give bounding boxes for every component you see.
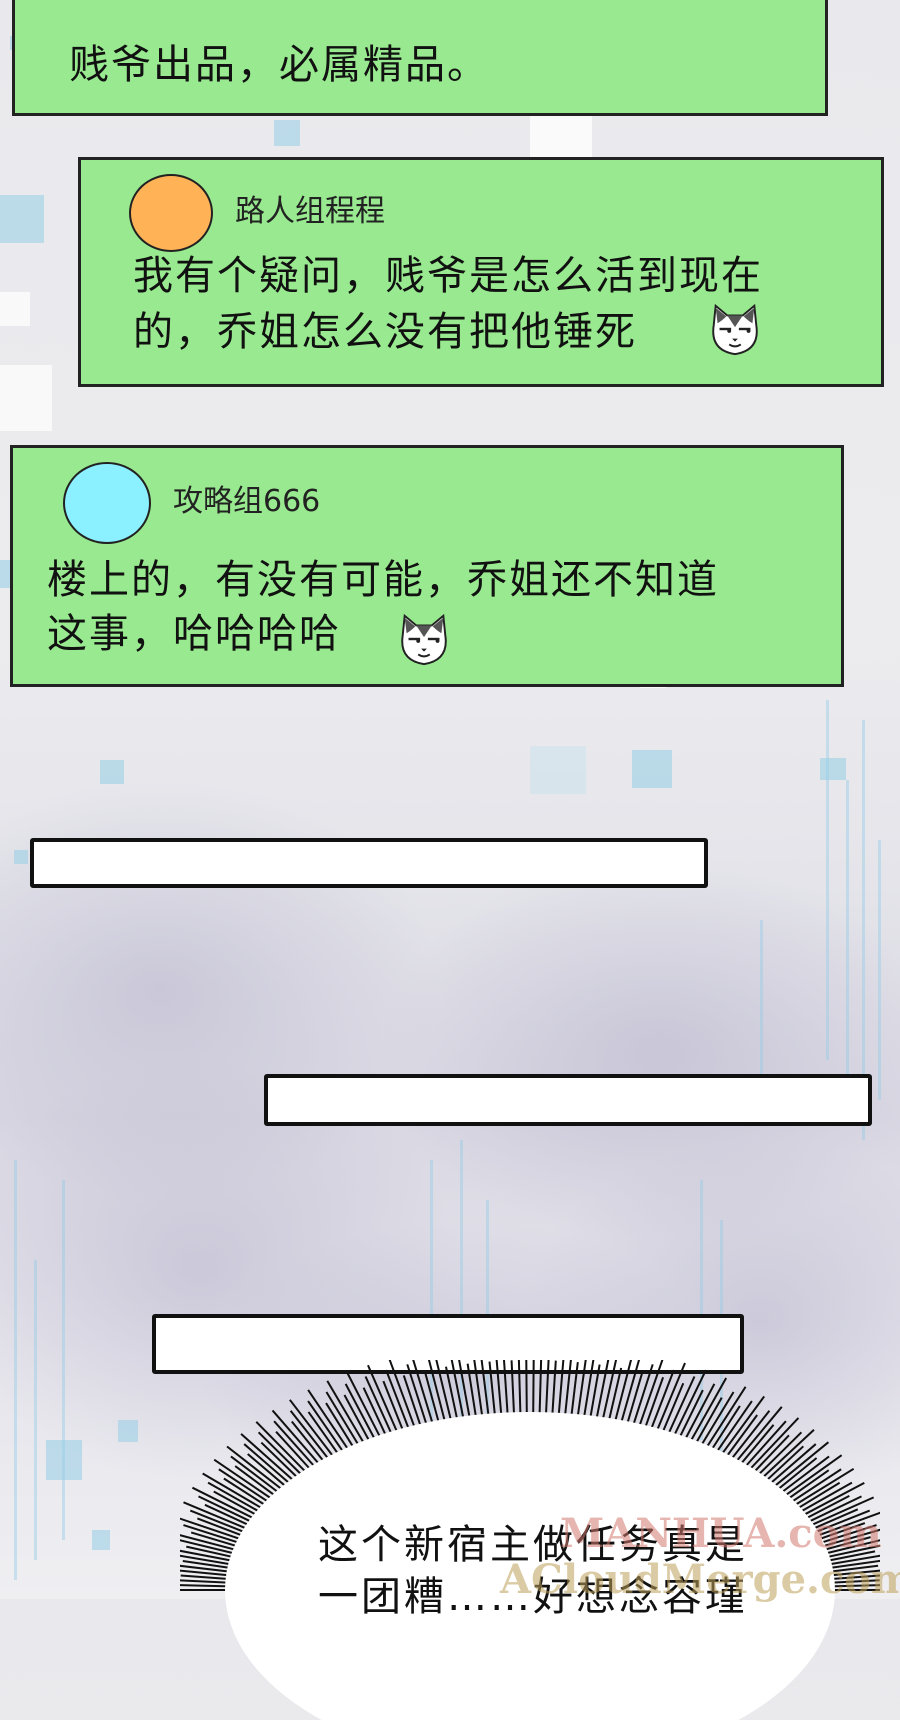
- light-streak: [62, 1180, 65, 1540]
- burst-ray: [525, 1360, 528, 1419]
- cat-smirk-icon: [401, 613, 447, 666]
- burst-ray: [682, 1383, 716, 1443]
- avatar: [63, 462, 151, 544]
- burst-ray: [502, 1360, 509, 1419]
- comment-text: 的，乔姐怎么没有把他锤死: [133, 309, 637, 355]
- comment-text: 楼上的，有没有可能，乔姐还不知道: [47, 557, 719, 603]
- pixel-square: [530, 746, 586, 794]
- burst-ray: [532, 1360, 535, 1419]
- burst-ray: [607, 1367, 623, 1425]
- burst-ray: [180, 1584, 231, 1588]
- burst-ray: [677, 1389, 704, 1441]
- username: 路人组程程: [235, 194, 385, 229]
- username: 攻略组666: [173, 484, 321, 519]
- pixel-square: [100, 760, 124, 784]
- burst-ray: [275, 1431, 314, 1473]
- comment-bubble: 贱爷出品，必属精品。: [12, 0, 828, 116]
- burst-ray: [423, 1370, 441, 1427]
- pixel-square: [118, 1420, 138, 1442]
- pixel-square: [632, 750, 672, 788]
- burst-ray: [517, 1360, 522, 1419]
- burst-ray: [544, 1360, 550, 1419]
- burst-ray: [737, 1424, 775, 1468]
- narration-text: 一团糟……好想念容瑾: [318, 1574, 748, 1620]
- pixel-square: [0, 365, 52, 431]
- burst-ray: [344, 1383, 378, 1443]
- burst-ray: [444, 1366, 459, 1424]
- light-streak: [878, 840, 881, 1100]
- light-streak: [846, 780, 849, 1080]
- burst-ray: [551, 1360, 557, 1419]
- burst-ray: [180, 1579, 231, 1584]
- avatar: [129, 174, 213, 252]
- light-streak: [14, 1160, 17, 1580]
- burst-ray: [450, 1360, 466, 1423]
- pixel-square: [92, 1530, 110, 1550]
- pixel-square: [14, 850, 28, 864]
- burst-ray: [794, 1481, 841, 1511]
- light-streak: [826, 700, 829, 1060]
- burst-ray: [180, 1574, 231, 1581]
- burst-ray: [538, 1360, 543, 1419]
- burst-ray: [343, 1394, 372, 1445]
- burst-ray: [388, 1360, 417, 1432]
- pixel-square: [0, 195, 44, 243]
- pixel-square: [0, 292, 30, 326]
- cat-smirk-icon: [712, 303, 758, 356]
- burst-ray: [557, 1360, 565, 1419]
- white-panel-bar: [264, 1074, 872, 1126]
- burst-ray: [829, 1584, 880, 1588]
- burst-ray: [510, 1360, 516, 1419]
- comment-text: 我有个疑问，贱爷是怎么活到现在: [133, 253, 763, 299]
- burst-ray: [569, 1362, 579, 1420]
- burst-ray: [385, 1369, 412, 1433]
- comment-text: 贱爷出品，必属精品。: [69, 42, 489, 88]
- narration-text: 这个新宿主做任务真是: [318, 1522, 748, 1568]
- light-streak: [34, 1260, 37, 1560]
- comment-text: 这事，哈哈哈哈: [47, 611, 341, 657]
- burst-ray: [495, 1360, 503, 1419]
- burst-ray: [751, 1434, 790, 1475]
- pixel-square: [274, 120, 300, 146]
- burst-ray: [367, 1364, 400, 1436]
- burst-ray: [829, 1579, 880, 1584]
- comment-bubble: 攻略组666 楼上的，有没有可能，乔姐还不知道 这事，哈哈哈哈: [10, 445, 844, 687]
- burst-ray: [488, 1361, 497, 1420]
- white-panel-bar: [30, 838, 708, 888]
- comment-bubble: 路人组程程 我有个疑问，贱爷是怎么活到现在 的，乔姐怎么没有把他锤死: [78, 157, 884, 387]
- pixel-square: [820, 758, 846, 780]
